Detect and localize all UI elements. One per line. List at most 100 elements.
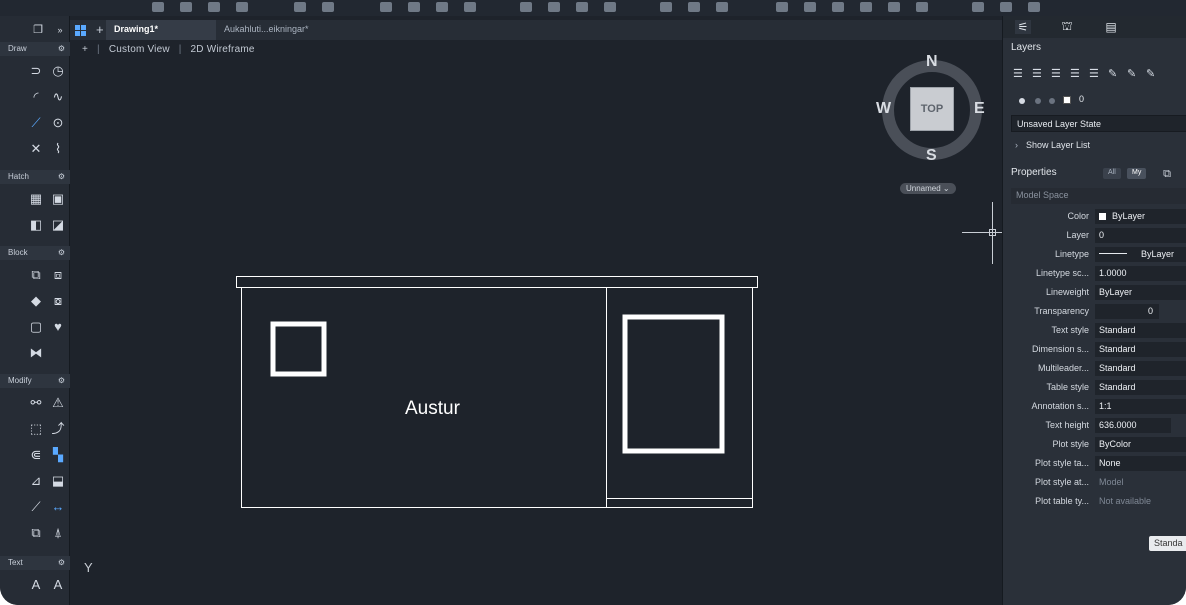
new-layer-icon[interactable]: ☰: [1032, 68, 1045, 80]
property-value[interactable]: Standard: [1095, 323, 1186, 338]
property-row-plot-style[interactable]: Plot style ByColor: [1003, 437, 1186, 453]
blocks-tab-icon[interactable]: ⛫: [1059, 19, 1075, 34]
tab-aukahlutir[interactable]: Aukahluti...eikningar*: [216, 20, 336, 40]
toolbar-icon[interactable]: [180, 2, 192, 12]
mtext-icon[interactable]: A: [28, 576, 44, 592]
layer-freeze-toggle-icon[interactable]: [1035, 98, 1041, 104]
gradient-icon[interactable]: ◧: [28, 216, 44, 232]
toolbar-icon[interactable]: [520, 2, 532, 12]
property-value[interactable]: ByLayer: [1095, 285, 1186, 300]
toolbar-icon[interactable]: [716, 2, 728, 12]
xref-icon[interactable]: ⧓: [28, 344, 44, 360]
gear-icon[interactable]: ⚙: [58, 558, 65, 567]
property-row-linetype-scale[interactable]: Linetype sc... 1.0000: [1003, 266, 1186, 282]
new-tab-button[interactable]: +: [96, 22, 104, 37]
toolbar-icon[interactable]: [1000, 2, 1012, 12]
show-layer-list[interactable]: › Show Layer List: [1015, 140, 1090, 150]
toolbar-icon[interactable]: [152, 2, 164, 12]
layer-freeze-icon[interactable]: ✎: [1127, 68, 1140, 80]
quick-select-icon[interactable]: ⧉: [1159, 166, 1175, 182]
offset-icon[interactable]: ⋐: [28, 446, 44, 462]
toolbar-icon[interactable]: [208, 2, 220, 12]
copy-icon[interactable]: ⚯: [28, 394, 44, 410]
property-value[interactable]: 0: [1095, 228, 1186, 243]
property-value[interactable]: ByLayer: [1095, 247, 1186, 262]
edit-block-icon[interactable]: ⧇: [50, 292, 66, 308]
toolbar-icon[interactable]: [576, 2, 588, 12]
toolbar-icon[interactable]: [436, 2, 448, 12]
section-modify[interactable]: Modify ⚙: [0, 374, 70, 388]
standard-button[interactable]: Standa: [1149, 536, 1186, 551]
revcloud-icon[interactable]: ⌇: [50, 140, 66, 156]
property-value[interactable]: 1.0000: [1095, 266, 1186, 281]
break-icon[interactable]: ⟋: [28, 498, 44, 514]
property-row-lineweight[interactable]: Lineweight ByLayer: [1003, 285, 1186, 301]
property-row-dimension-style[interactable]: Dimension s... Standard: [1003, 342, 1186, 358]
hatch-icon[interactable]: ▦: [28, 190, 44, 206]
toolbar-icon[interactable]: [776, 2, 788, 12]
toolbar-icon[interactable]: [804, 2, 816, 12]
section-block[interactable]: Block ⚙: [0, 246, 70, 260]
toolbar-icon[interactable]: [408, 2, 420, 12]
mirror-icon[interactable]: ⚠: [50, 394, 66, 410]
scale-icon[interactable]: ⊿: [28, 472, 44, 488]
toolbar-icon[interactable]: [832, 2, 844, 12]
gear-icon[interactable]: ⚙: [58, 44, 65, 53]
tab-drawing1[interactable]: Drawing1*: [106, 20, 216, 40]
property-row-layer[interactable]: Layer 0: [1003, 228, 1186, 244]
text-icon[interactable]: A: [50, 576, 66, 592]
toolbar-icon[interactable]: [972, 2, 984, 12]
gear-icon[interactable]: ⚙: [58, 376, 65, 385]
block-editor-icon[interactable]: ▢: [28, 318, 44, 334]
toolbar-icon[interactable]: [604, 2, 616, 12]
layer-off-icon[interactable]: ✎: [1146, 68, 1159, 80]
section-draw[interactable]: Draw ⚙: [0, 42, 70, 56]
layer-on-icon[interactable]: [1019, 98, 1025, 104]
property-row-annotation-scale[interactable]: Annotation s... 1:1: [1003, 399, 1186, 415]
spline-icon[interactable]: ∿: [50, 88, 66, 104]
expand-icon[interactable]: »: [52, 22, 68, 38]
layer-match-icon[interactable]: ☰: [1051, 68, 1064, 80]
property-row-text-style[interactable]: Text style Standard: [1003, 323, 1186, 339]
redo-icon[interactable]: [322, 2, 334, 12]
property-row-text-height[interactable]: Text height 636.0000: [1003, 418, 1186, 434]
property-value[interactable]: 1:1: [1095, 399, 1186, 414]
toolbar-icon[interactable]: [916, 2, 928, 12]
array-icon[interactable]: ▚: [50, 446, 66, 462]
layer-previous-icon[interactable]: ☰: [1070, 68, 1083, 80]
context-selector[interactable]: Model Space: [1011, 188, 1186, 204]
property-value[interactable]: Standard: [1095, 342, 1186, 357]
boundary-icon[interactable]: ▣: [50, 190, 66, 206]
construction-line-icon[interactable]: ✕: [28, 140, 44, 156]
toolbar-icon[interactable]: [464, 2, 476, 12]
toolbar-icon[interactable]: [236, 2, 248, 12]
current-layer-row[interactable]: 0: [1011, 94, 1186, 108]
design-center-icon[interactable]: ♥: [50, 318, 66, 334]
property-row-table-style[interactable]: Table style Standard: [1003, 380, 1186, 396]
join-icon[interactable]: ↔: [50, 498, 66, 514]
properties-tab-icon[interactable]: ▤: [1103, 20, 1119, 34]
insert-block-icon[interactable]: ⧉: [28, 266, 44, 282]
layer-properties-icon[interactable]: ☰: [1013, 68, 1026, 80]
start-tab-icon[interactable]: [75, 25, 86, 36]
gear-icon[interactable]: ⚙: [58, 172, 65, 181]
layer-color-swatch[interactable]: [1063, 96, 1071, 104]
property-value[interactable]: None: [1095, 456, 1186, 471]
toolbar-icon[interactable]: [380, 2, 392, 12]
pan-icon[interactable]: [688, 2, 700, 12]
property-value[interactable]: ByLayer: [1095, 209, 1186, 224]
toolbar-icon[interactable]: [548, 2, 560, 12]
arc-icon[interactable]: ◜: [28, 88, 44, 104]
filter-all-button[interactable]: All: [1103, 168, 1121, 179]
property-row-multileader-style[interactable]: Multileader... Standard: [1003, 361, 1186, 377]
property-value[interactable]: 636.0000: [1095, 418, 1171, 433]
erase-icon[interactable]: ⍋: [50, 524, 66, 540]
explode-icon[interactable]: ⧉: [28, 524, 44, 540]
trim-icon[interactable]: ⬚: [28, 420, 44, 436]
ellipse-icon[interactable]: ⊙: [50, 114, 66, 130]
line-icon[interactable]: ⟋: [28, 114, 44, 130]
toolbar-icon[interactable]: [1028, 2, 1040, 12]
layers-tab-icon[interactable]: ⚟: [1015, 20, 1031, 34]
layer-lock-icon[interactable]: [1049, 98, 1055, 104]
filter-my-button[interactable]: My: [1127, 168, 1147, 179]
